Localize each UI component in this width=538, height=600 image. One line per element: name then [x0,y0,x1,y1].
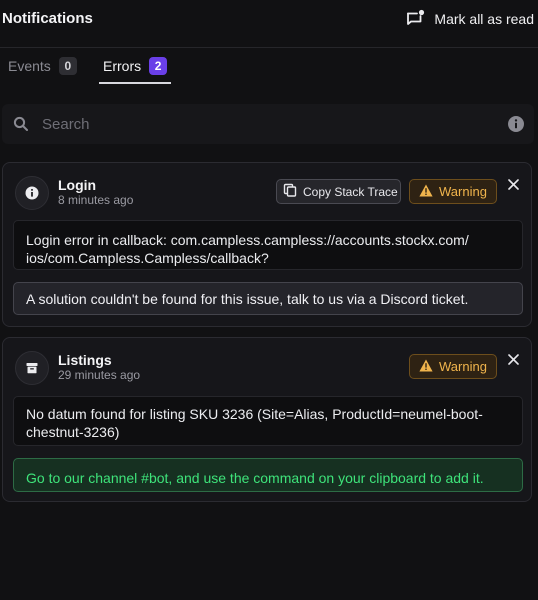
warning-icon [419,359,433,375]
tab-errors-count: 2 [149,57,168,75]
info-icon[interactable] [508,116,524,137]
mark-all-read-label: Mark all as read [434,11,534,27]
solution-message: Go to our channel #bot, and use the comm… [13,458,523,492]
warning-badge: Warning [409,354,497,379]
notification-time: 8 minutes ago [58,193,134,207]
message-check-icon [405,9,425,29]
copy-stack-trace-label: Copy Stack Trace [303,184,398,199]
warning-badge: Warning [409,179,497,204]
copy-icon [283,183,297,200]
error-message: Login error in callback: com.campless.ca… [13,220,523,270]
notification-card-login: Login 8 minutes ago Copy Stack Trace War… [2,162,532,327]
notification-time: 29 minutes ago [58,368,141,382]
tab-errors-label: Errors [103,58,142,74]
info-icon [15,176,49,210]
warning-label: Warning [439,184,487,199]
copy-stack-trace-button[interactable]: Copy Stack Trace [276,179,401,204]
close-icon[interactable] [505,351,521,367]
warning-label: Warning [439,359,487,374]
search-icon [13,116,29,137]
mark-all-read-button[interactable]: Mark all as read [405,8,534,30]
tab-events[interactable]: Events 0 [8,48,77,84]
notification-title: Login [58,177,97,193]
tab-events-count: 0 [58,57,77,75]
close-icon[interactable] [505,176,521,192]
page-title: Notifications [2,10,93,27]
tab-bar: Events 0 Errors 2 [0,48,538,84]
search-bar [2,104,534,144]
search-input[interactable] [42,104,482,144]
solution-message: A solution couldn't be found for this is… [13,282,523,315]
header: Notifications Mark all as read [0,0,538,38]
warning-icon [419,184,433,200]
archive-icon [15,351,49,385]
tab-errors[interactable]: Errors 2 [99,48,172,84]
notification-card-listings: Listings 29 minutes ago Warning No datum… [2,337,532,502]
tab-events-label: Events [8,58,51,74]
notification-title: Listings [58,352,112,368]
error-message: No datum found for listing SKU 3236 (Sit… [13,396,523,446]
